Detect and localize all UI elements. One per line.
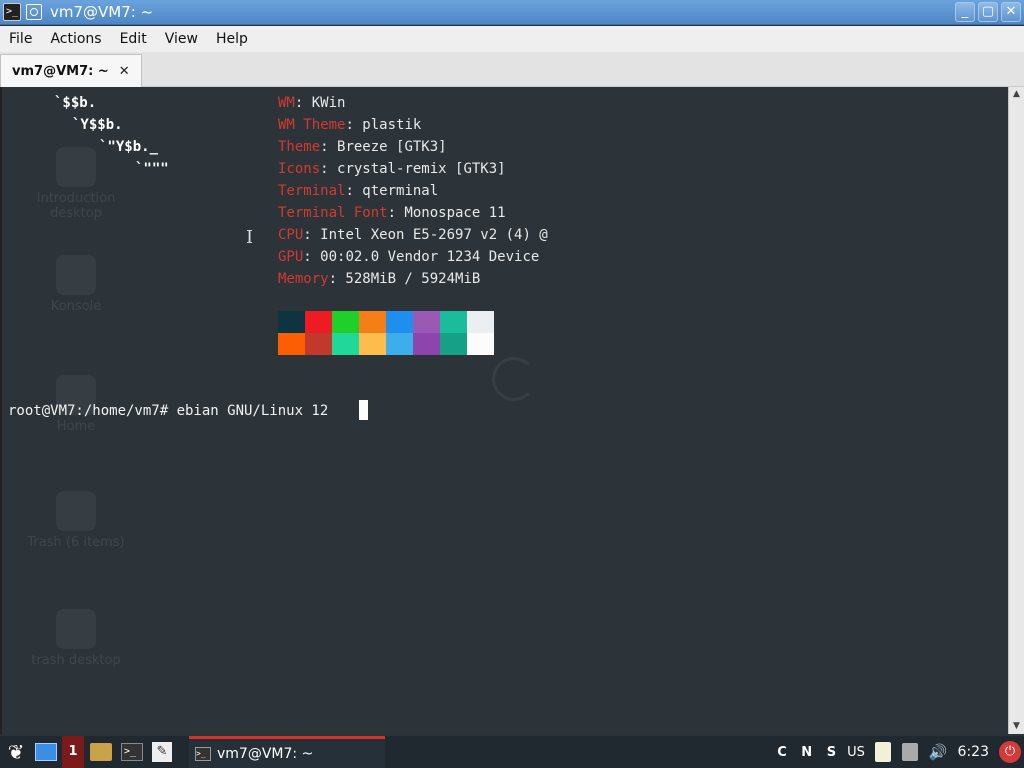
logo-line: `""" (135, 161, 169, 177)
window-title: vm7@VM7: ~ (50, 3, 154, 21)
close-button[interactable]: ✕ (1001, 2, 1021, 22)
info-line-terminal: Terminal: qterminal (278, 183, 439, 199)
terminal-view[interactable]: Introduction desktop Konsole Home Trash … (0, 87, 1008, 734)
info-line-theme: Theme: Breeze [GTK3] (278, 139, 447, 155)
color-swatch (332, 333, 359, 355)
wallpaper-swirl-icon (492, 357, 536, 401)
color-swatch (467, 311, 494, 333)
logo-line: `"Y$b._ (99, 139, 159, 155)
desktop-icon-trash-desktop: trash desktop (16, 609, 136, 668)
info-line-cpu: CPU: Intel Xeon E5-2697 v2 (4) @ (278, 227, 548, 243)
text-editor-icon[interactable]: ✎ (152, 742, 172, 762)
terminal-cursor (359, 400, 368, 420)
color-swatch (332, 311, 359, 333)
desktop-icon-introduction: Introduction desktop (16, 147, 136, 221)
workspace-indicator[interactable]: 1 (62, 736, 84, 768)
system-tray: C N S US 🔊 6:23 ⏻ (777, 736, 1024, 768)
clock[interactable]: 6:23 (958, 744, 989, 760)
tab-label: vm7@VM7: ~ (12, 63, 109, 79)
terminal-launcher-icon[interactable]: >_ (121, 743, 143, 761)
info-line-wm: WM: KWin (278, 95, 346, 111)
color-swatch (278, 311, 305, 333)
terminal-tab[interactable]: vm7@VM7: ~ ✕ (0, 54, 142, 87)
color-palette (278, 311, 494, 355)
terminal-app-icon[interactable]: >_ (3, 3, 21, 21)
color-swatch (305, 333, 332, 355)
minimize-button[interactable]: _ (955, 2, 975, 22)
color-swatch (386, 311, 413, 333)
text-cursor-icon: I (246, 227, 254, 248)
scroll-down-icon[interactable]: ▼ (1009, 719, 1024, 734)
color-swatch (440, 333, 467, 355)
color-swatch (278, 333, 305, 355)
clipboard-icon[interactable] (874, 742, 891, 762)
menu-file[interactable]: File (0, 31, 41, 47)
shell-prompt[interactable]: root@VM7:/home/vm7# ebian GNU/Linux 12 (8, 400, 337, 422)
keyboard-lock-indicators: C N S (777, 744, 842, 760)
color-swatch (305, 311, 332, 333)
volume-icon[interactable]: 🔊 (929, 743, 948, 761)
menu-actions[interactable]: Actions (41, 31, 110, 47)
keyboard-layout[interactable]: US (847, 745, 865, 760)
color-swatch (359, 311, 386, 333)
scroll-up-icon[interactable]: ▲ (1009, 87, 1024, 102)
info-line-icons: Icons: crystal-remix [GTK3] (278, 161, 506, 177)
task-label: vm7@VM7: ~ (217, 745, 314, 762)
logo-line: `Y$$b. (72, 117, 123, 133)
info-line-terminal-font: Terminal Font: Monospace 11 (278, 205, 506, 221)
window-menu-icon[interactable] (26, 4, 42, 20)
desktop-icon-konsole: Konsole (16, 255, 136, 314)
removable-media-icon[interactable] (901, 743, 918, 761)
menu-edit[interactable]: Edit (111, 31, 156, 47)
tab-bar: vm7@VM7: ~ ✕ (0, 52, 1024, 87)
color-swatch (440, 311, 467, 333)
terminal-scrollbar[interactable]: ▲ ▼ (1008, 87, 1024, 734)
show-desktop-icon[interactable] (35, 743, 57, 761)
color-swatch (386, 333, 413, 355)
taskbar: ❦ 1 >_ ✎ >_ vm7@VM7: ~ C N S US 🔊 6:23 ⏻ (0, 736, 1024, 768)
logo-line: `$$b. (54, 95, 97, 111)
menu-bar: File Actions Edit View Help (0, 26, 1024, 52)
color-swatch (413, 311, 440, 333)
info-line-gpu: GPU: 00:02.0 Vendor 1234 Device (278, 249, 540, 265)
color-swatch (467, 333, 494, 355)
task-terminal-icon: >_ (195, 746, 211, 761)
file-manager-icon[interactable] (90, 743, 112, 761)
maximize-button[interactable]: ▢ (978, 2, 998, 22)
color-swatch (413, 333, 440, 355)
tab-close-icon[interactable]: ✕ (119, 64, 130, 79)
taskbar-task-terminal[interactable]: >_ vm7@VM7: ~ (189, 736, 385, 768)
info-line-memory: Memory: 528MiB / 5924MiB (278, 271, 481, 287)
desktop-icon-trash: Trash (6 items) (16, 491, 136, 550)
info-line-wm-theme: WM Theme: plastik (278, 117, 422, 133)
power-icon[interactable]: ⏻ (999, 741, 1021, 763)
window-titlebar[interactable]: >_ vm7@VM7: ~ _ ▢ ✕ (0, 0, 1024, 25)
menu-help[interactable]: Help (207, 31, 257, 47)
color-swatch (359, 333, 386, 355)
start-menu-icon[interactable]: ❦ (3, 739, 29, 765)
menu-view[interactable]: View (156, 31, 207, 47)
